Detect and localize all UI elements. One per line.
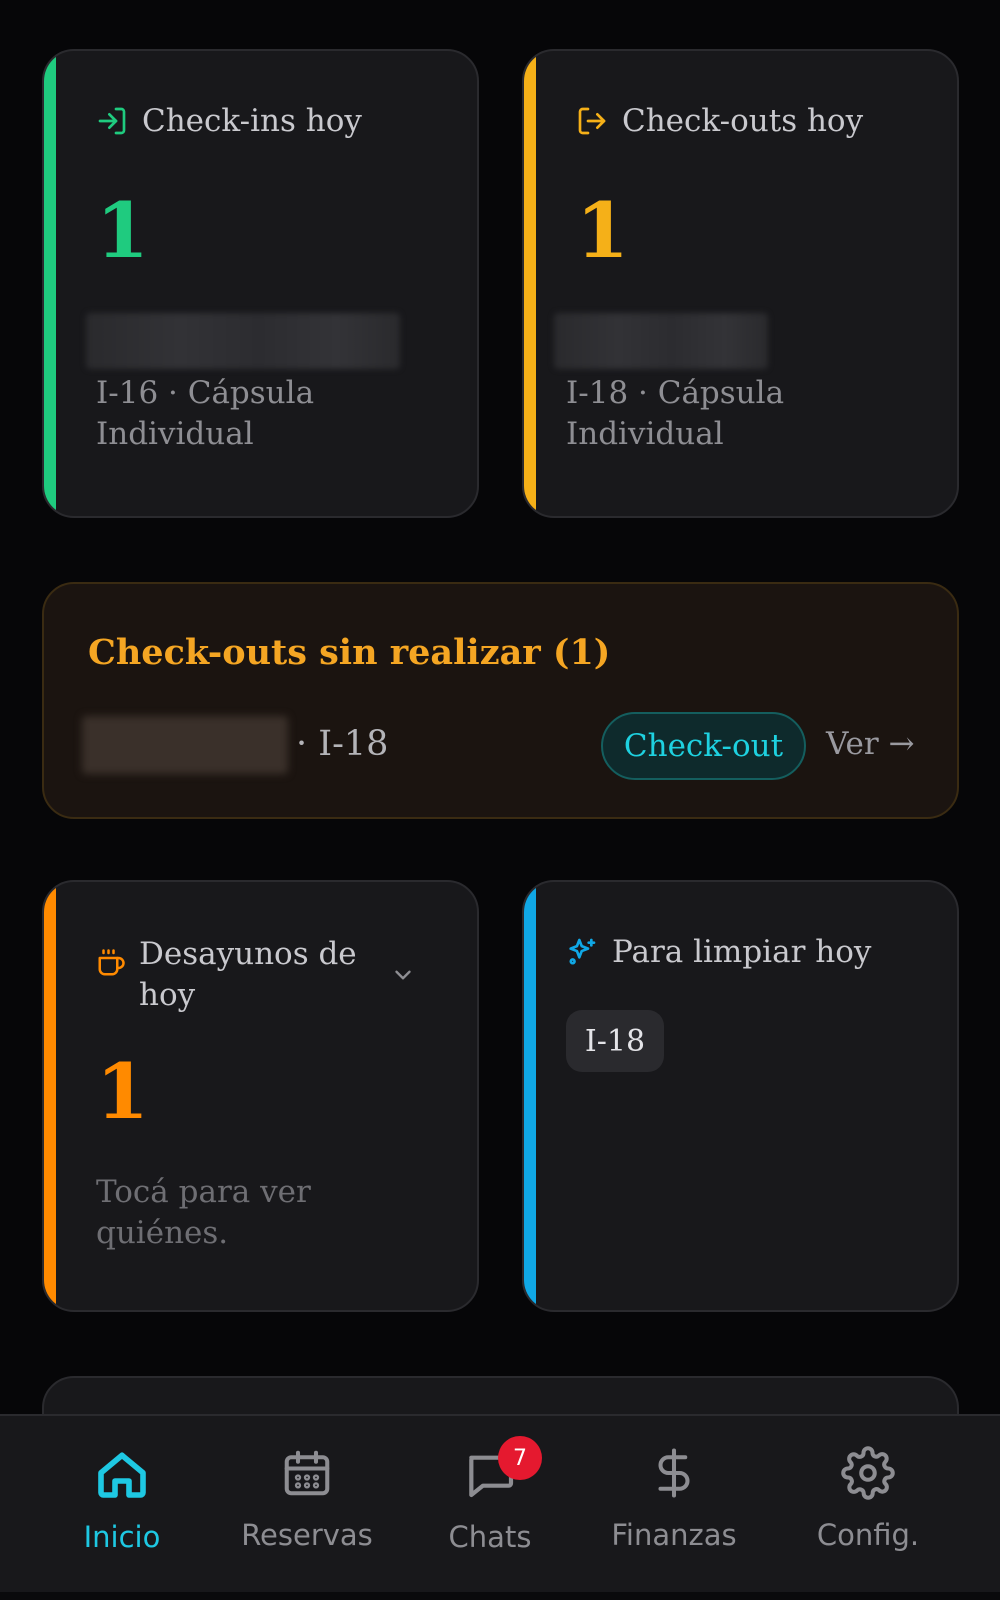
checkouts-room-detail: I-18 · Cápsula Individual xyxy=(566,375,785,452)
chevron-down-icon[interactable] xyxy=(390,962,416,992)
pending-checkouts-title: Check-outs sin realizar (1) xyxy=(88,632,611,673)
coffee-cup-icon xyxy=(96,948,126,982)
view-link[interactable]: Ver → xyxy=(826,726,915,762)
nav-label-inicio: Inicio xyxy=(83,1520,161,1554)
cleaning-title: Para limpiar hoy xyxy=(612,934,872,970)
checkouts-count: 1 xyxy=(576,186,629,275)
breakfast-count: 1 xyxy=(96,1047,149,1136)
cleaning-today-card: Para limpiar hoy I-18 xyxy=(522,880,959,1312)
checkouts-today-card[interactable]: Check-outs hoy 1 I-18 · Cápsula Individu… xyxy=(522,49,959,518)
nav-item-finanzas[interactable]: Finanzas xyxy=(584,1446,764,1552)
nav-item-inicio[interactable]: Inicio xyxy=(32,1446,212,1554)
gear-icon xyxy=(841,1446,895,1500)
breakfast-title: Desayunos de hoy xyxy=(139,936,357,1013)
pending-checkouts-card: Check-outs sin realizar (1) · I-18 Check… xyxy=(42,582,959,819)
checkins-header: Check-ins hoy xyxy=(96,103,362,139)
home-icon xyxy=(98,1452,146,1498)
breakfast-accent-bar xyxy=(44,882,56,1310)
bottom-nav: Inicio Reservas 7 Chats Finanzas Config. xyxy=(0,1414,1000,1600)
checkins-accent-bar xyxy=(44,51,56,516)
chats-unread-badge: 7 xyxy=(498,1436,542,1480)
redacted-guest-name xyxy=(82,716,288,774)
room-chip[interactable]: I-18 xyxy=(566,1010,664,1072)
logout-arrow-icon xyxy=(578,107,606,135)
calendar-icon xyxy=(284,1450,330,1496)
login-arrow-icon xyxy=(98,107,126,135)
breakfast-hint: Tocá para ver quiénes. xyxy=(96,1174,311,1251)
checkins-room-detail: I-16 · Cápsula Individual xyxy=(96,375,315,452)
breakfast-today-card[interactable]: Desayunos de hoy 1 Tocá para ver quiénes… xyxy=(42,880,479,1312)
redacted-guest-name xyxy=(554,313,768,369)
cleaning-accent-bar xyxy=(524,882,536,1310)
nav-label-config: Config. xyxy=(816,1518,920,1552)
checkouts-header: Check-outs hoy xyxy=(576,103,863,139)
nav-label-reservas: Reservas xyxy=(241,1518,373,1552)
redacted-guest-name xyxy=(86,313,400,369)
sparkles-icon xyxy=(569,938,596,965)
nav-label-finanzas: Finanzas xyxy=(611,1518,737,1552)
nav-item-chats[interactable]: 7 Chats xyxy=(400,1436,580,1554)
nav-item-reservas[interactable]: Reservas xyxy=(217,1446,397,1552)
system-gesture-bar xyxy=(0,1592,1000,1600)
checkins-count: 1 xyxy=(96,186,149,275)
pending-checkout-room: · I-18 xyxy=(296,724,389,764)
nav-item-config[interactable]: Config. xyxy=(778,1446,958,1552)
checkout-button[interactable]: Check-out xyxy=(601,712,806,780)
nav-label-chats: Chats xyxy=(448,1520,532,1554)
dollar-icon xyxy=(658,1448,690,1498)
checkins-today-card[interactable]: Check-ins hoy 1 I-16 · Cápsula Individua… xyxy=(42,49,479,518)
checkins-title: Check-ins hoy xyxy=(142,103,362,139)
cleaning-header: Para limpiar hoy xyxy=(566,934,871,970)
checkouts-title: Check-outs hoy xyxy=(622,103,864,139)
checkouts-accent-bar xyxy=(524,51,536,516)
